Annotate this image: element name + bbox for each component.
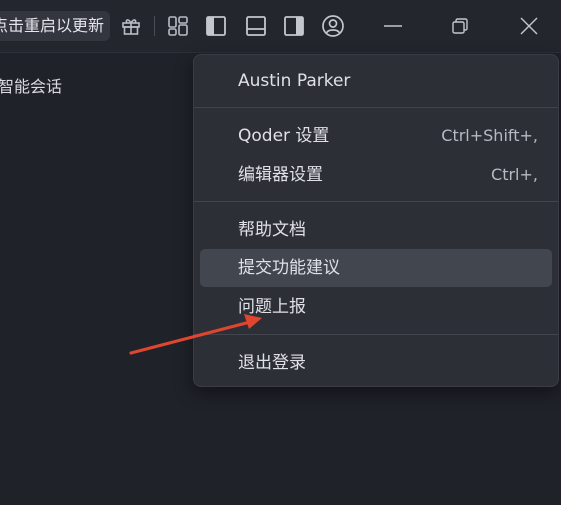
- toggle-left-panel-icon[interactable]: [204, 14, 228, 38]
- layout-icon[interactable]: [166, 14, 190, 38]
- menu-item-qoder-settings[interactable]: Qoder 设置 Ctrl+Shift+,: [200, 117, 552, 155]
- toolbar-separator: [154, 16, 155, 36]
- menu-shortcut: Ctrl+,: [491, 165, 538, 184]
- menu-item-help-docs[interactable]: 帮助文档: [200, 211, 552, 249]
- gift-icon[interactable]: [119, 14, 143, 38]
- account-menu: Austin Parker Qoder 设置 Ctrl+Shift+, 编辑器设…: [193, 54, 559, 387]
- ai-chat-label[interactable]: 智能会话: [0, 73, 62, 97]
- menu-item-sign-out[interactable]: 退出登录: [200, 344, 552, 382]
- menu-divider: [194, 107, 558, 108]
- menu-divider: [194, 334, 558, 335]
- minimize-icon[interactable]: [381, 14, 405, 38]
- account-icon[interactable]: [321, 14, 345, 38]
- title-bar: 点击重启以更新: [0, 0, 561, 52]
- menu-item-submit-feature-request[interactable]: 提交功能建议: [200, 249, 552, 287]
- menu-divider: [194, 201, 558, 202]
- restart-to-update-button[interactable]: 点击重启以更新: [0, 11, 110, 41]
- close-icon[interactable]: [517, 14, 541, 38]
- menu-item-editor-settings[interactable]: 编辑器设置 Ctrl+,: [200, 156, 552, 194]
- menu-item-report-issue[interactable]: 问题上报: [200, 288, 552, 326]
- toggle-right-panel-icon[interactable]: [282, 14, 306, 38]
- toggle-bottom-panel-icon[interactable]: [244, 14, 268, 38]
- menu-user-name: Austin Parker: [238, 71, 351, 91]
- menu-shortcut: Ctrl+Shift+,: [441, 126, 538, 145]
- restore-icon[interactable]: [448, 14, 472, 38]
